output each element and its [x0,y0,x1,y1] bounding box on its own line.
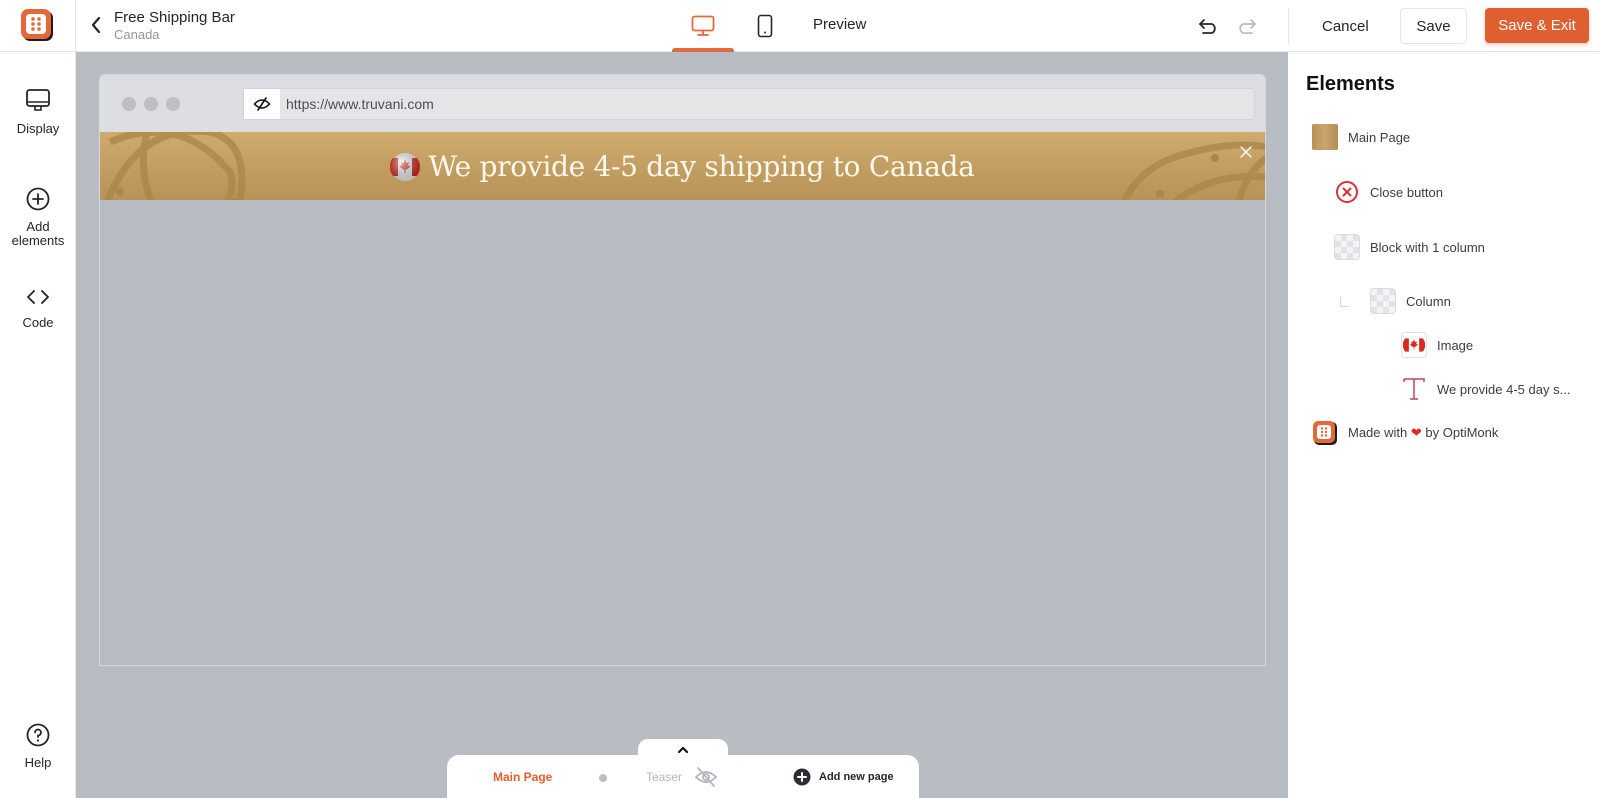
window-dot [166,97,180,111]
optimonk-logo[interactable] [20,8,56,44]
element-row-image[interactable]: Image [1401,332,1473,358]
campaign-subtitle: Canada [114,27,160,42]
canada-flag-icon [390,153,421,181]
element-row-main-page[interactable]: Main Page [1312,124,1410,150]
mobile-icon [757,14,773,38]
page-tab-teaser[interactable]: Teaser [646,770,682,784]
redo-icon [1239,19,1256,34]
element-label: Image [1437,337,1474,353]
shipping-bar[interactable]: We provide 4-5 day shipping to Canada [100,132,1265,200]
window-dot [144,97,158,111]
close-icon [1240,146,1252,158]
element-label: We provide 4-5 day s... [1437,381,1571,397]
bar-close-button[interactable] [1237,143,1255,161]
editor-canvas: https://www.truvani.com We provide 4-5 d… [76,52,1288,798]
sidebar-item-display[interactable]: Display [0,88,76,136]
left-sidebar: Display Add elements Code Help [0,52,76,798]
back-button[interactable] [84,12,108,38]
element-label: Close button [1370,184,1443,200]
logo-cell [0,0,76,52]
heart-icon: ❤ [1410,425,1422,440]
sidebar-item-code[interactable]: Code [0,286,76,330]
pages-bar: Main Page Teaser Add new page [447,755,919,798]
element-label: Main Page [1348,129,1411,145]
sidebar-item-help[interactable]: Help [0,722,76,770]
element-row-text[interactable]: We provide 4-5 day s... [1401,376,1570,402]
window-dot [122,97,136,111]
device-tab-mobile[interactable] [734,0,796,52]
branding-label: Made with ❤ by OptiMonk [1348,425,1498,441]
branding-prefix: Made with [1348,425,1408,440]
eye-off-icon [253,97,271,111]
panel-title: Elements [1306,73,1395,95]
bar-message[interactable]: We provide 4-5 day shipping to Canada [428,150,974,183]
optimonk-logo-icon [1312,420,1338,446]
canada-flag-icon [1401,332,1427,358]
toolbar-divider [1288,8,1289,44]
sidebar-item-label: Help [24,755,52,770]
sidebar-item-label: Code [22,315,54,330]
device-tab-desktop[interactable] [672,0,734,52]
eye-off-icon[interactable] [694,766,718,788]
sidebar-item-add-elements[interactable]: Add elements [0,186,76,248]
chevron-left-icon [91,16,101,34]
campaign-title-block: Free Shipping Bar Canada [114,9,235,43]
sidebar-item-label: Display [16,121,60,136]
page-tab-main[interactable]: Main Page [493,770,552,784]
plus-circle-filled-icon [793,768,811,786]
sidebar-item-label: Add elements [11,219,65,248]
monitor-icon [26,89,50,111]
tree-connector [1340,297,1350,307]
cancel-button[interactable]: Cancel [1310,8,1381,44]
element-row-block[interactable]: Block with 1 column [1334,234,1485,260]
page-swatch-icon [1312,124,1338,150]
plus-circle-icon [26,187,50,211]
element-label: Block with 1 column [1370,239,1485,255]
undo-button[interactable] [1196,13,1222,39]
save-exit-button[interactable]: Save & Exit [1485,8,1589,43]
campaign-title: Free Shipping Bar [114,9,235,26]
close-circle-icon [1334,179,1360,205]
page-separator-dot [599,774,607,782]
element-label: Column [1406,293,1451,309]
help-icon [26,723,50,747]
column-icon [1370,288,1396,314]
browser-mockup: https://www.truvani.com We provide 4-5 d… [99,74,1266,666]
url-bar: https://www.truvani.com [243,88,1255,120]
elements-panel: Elements Main Page Close button Block wi… [1288,52,1600,798]
browser-chrome: https://www.truvani.com [100,75,1265,132]
desktop-icon [691,15,715,36]
code-icon [27,290,49,304]
branding-suffix: by OptiMonk [1425,425,1499,440]
url-text: https://www.truvani.com [286,96,434,112]
block-icon [1334,234,1360,260]
redo-button[interactable] [1233,13,1259,39]
top-bar: Free Shipping Bar Canada Preview Cancel … [0,0,1600,52]
save-button[interactable]: Save [1400,8,1467,44]
preview-button[interactable]: Preview [813,16,866,33]
chevron-up-icon [677,746,689,754]
element-row-branding[interactable]: Made with ❤ by OptiMonk [1312,420,1498,446]
add-new-page-button[interactable]: Add new page [793,768,894,786]
undo-icon [1199,19,1216,34]
element-row-close-button[interactable]: Close button [1334,179,1443,205]
bar-content: We provide 4-5 day shipping to Canada [100,132,1265,200]
text-icon [1401,376,1427,402]
add-new-page-label: Add new page [819,771,894,783]
visibility-toggle[interactable] [244,89,280,119]
element-row-column[interactable]: Column [1370,288,1451,314]
pages-collapse-toggle[interactable] [638,739,728,761]
